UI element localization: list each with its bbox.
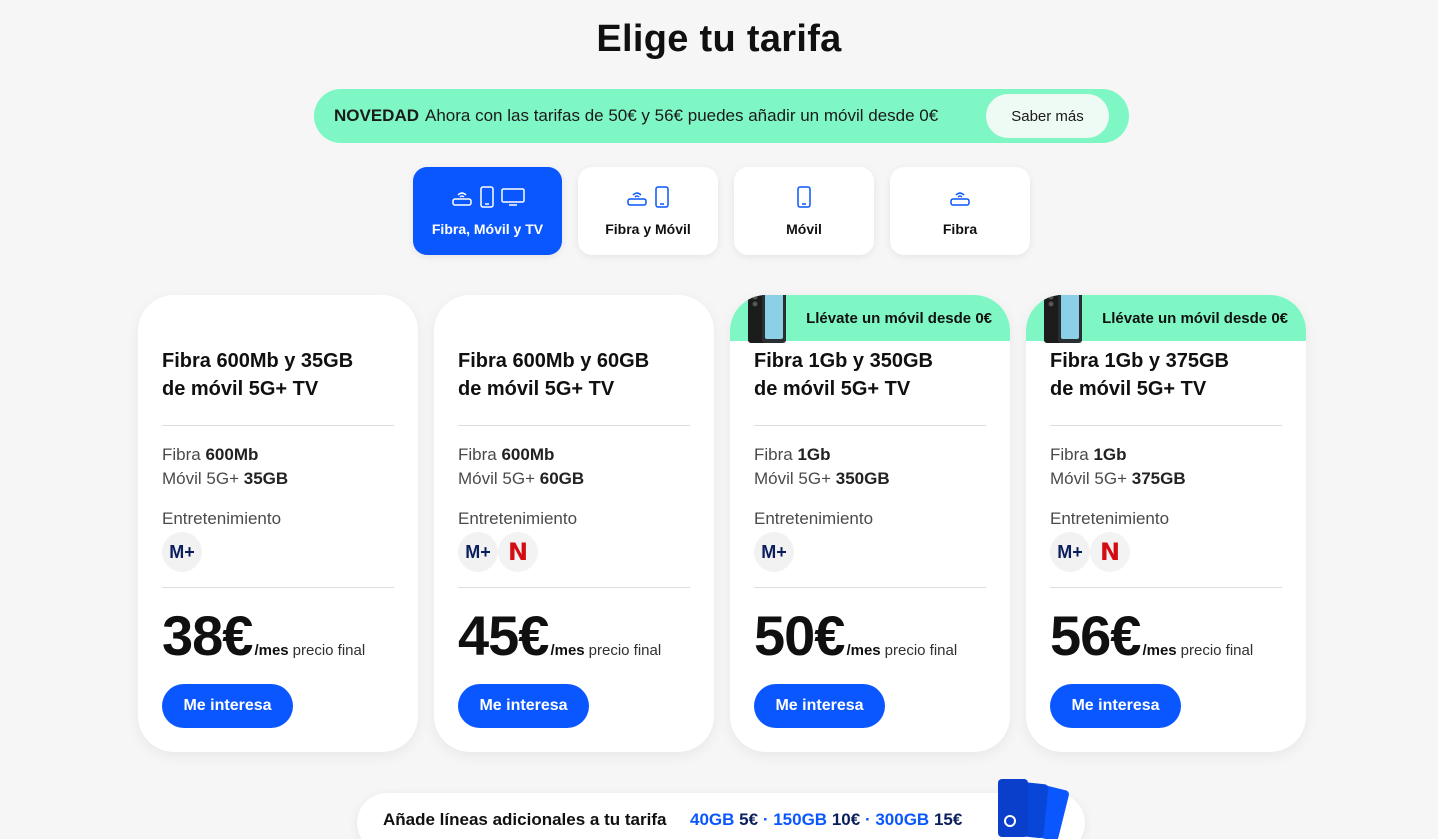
offer-price: 15€	[933, 810, 963, 829]
tv-icon	[500, 188, 525, 206]
plan-card: Fibra 600Mb y 60GB de móvil 5G+ TV Fibra…	[434, 295, 714, 752]
movistar-plus-icon: M+	[162, 532, 202, 572]
tab-label: Fibra	[942, 221, 978, 237]
smartphone-image-icon	[1044, 295, 1082, 343]
entertainment-logos: M+	[162, 532, 202, 572]
phone-icon	[797, 186, 811, 208]
offer-separator: ·	[762, 810, 769, 829]
router-icon	[627, 192, 647, 206]
price: 50€ /mes precio final	[754, 603, 957, 668]
price-note: precio final	[884, 642, 958, 659]
offer-gb: 40GB	[690, 810, 735, 829]
promo-badge: Llévate un móvil desde 0€	[1026, 295, 1306, 343]
offer-gb: 300GB	[875, 810, 930, 829]
movistar-plus-icon: M+	[458, 532, 498, 572]
offer-price: 10€	[831, 810, 861, 829]
badge-text: Llévate un móvil desde 0€	[806, 309, 992, 327]
price: 38€ /mes precio final	[162, 603, 365, 668]
price-period: /mes	[550, 642, 585, 659]
divider	[458, 587, 690, 588]
movistar-plus-icon: M+	[1050, 532, 1090, 572]
entertainment-label: Entretenimiento	[162, 509, 282, 528]
entertainment-logos: M+ N	[458, 532, 538, 572]
smartphone-image-icon	[748, 295, 786, 343]
divider	[1050, 425, 1282, 426]
tab-fibra-movil-tv[interactable]: Fibra, Móvil y TV	[413, 167, 562, 255]
movil-spec: Móvil 5G+ 350GB	[754, 469, 890, 488]
plan-title: Fibra 1Gb y 350GB de móvil 5G+ TV	[754, 350, 933, 400]
tab-fibra-movil[interactable]: Fibra y Móvil	[578, 167, 718, 255]
offer-separator: ·	[864, 810, 871, 829]
page-title: Elige tu tarifa	[596, 18, 842, 60]
saber-mas-button[interactable]: Saber más	[986, 94, 1109, 138]
phone-icon	[655, 186, 669, 208]
divider	[754, 587, 986, 588]
offer-price: 5€	[739, 810, 759, 829]
price-amount: 56€	[1050, 604, 1141, 667]
promo-text: Ahora con las tarifas de 50€ y 56€ puede…	[425, 106, 939, 125]
plan-title: Fibra 600Mb y 35GB de móvil 5G+ TV	[162, 350, 354, 400]
me-interesa-button[interactable]: Me interesa	[162, 684, 293, 728]
entertainment-label: Entretenimiento	[458, 509, 578, 528]
divider	[1050, 587, 1282, 588]
price-period: /mes	[1142, 642, 1177, 659]
price-period: /mes	[846, 642, 881, 659]
plan-title: Fibra 600Mb y 60GB de móvil 5G+ TV	[458, 350, 650, 400]
netflix-icon: N	[1090, 532, 1130, 572]
fibra-spec: Fibra 600Mb	[162, 445, 259, 464]
fibra-spec: Fibra 600Mb	[458, 445, 555, 464]
plan-card: Llévate un móvil desde 0€ Fibra 1Gb y 35…	[730, 295, 1010, 752]
price-note: precio final	[588, 642, 662, 659]
price-amount: 38€	[162, 604, 253, 667]
price: 56€ /mes precio final	[1050, 603, 1253, 668]
movil-spec: Móvil 5G+ 375GB	[1050, 469, 1186, 488]
tab-label: Móvil	[786, 221, 822, 237]
additional-lines-offers: 40GB 5€ · 150GB 10€ · 300GB 15€	[690, 810, 962, 830]
price-note: precio final	[292, 642, 366, 659]
divider	[458, 425, 690, 426]
router-icon	[451, 192, 472, 206]
tab-label: Fibra, Móvil y TV	[431, 221, 544, 237]
price-amount: 50€	[754, 604, 845, 667]
fibra-spec: Fibra 1Gb	[754, 445, 831, 464]
me-interesa-button[interactable]: Me interesa	[458, 684, 589, 728]
entertainment-logos: M+	[754, 532, 794, 572]
tab-fibra[interactable]: Fibra	[890, 167, 1030, 255]
divider	[754, 425, 986, 426]
plan-card: Fibra 600Mb y 35GB de móvil 5G+ TV Fibra…	[138, 295, 418, 752]
phone-icon	[479, 186, 494, 208]
plan-type-tabs: Fibra, Móvil y TV Fibra y Móvil Móvil Fi…	[413, 167, 1030, 255]
me-interesa-button[interactable]: Me interesa	[754, 684, 885, 728]
movistar-plus-icon: M+	[754, 532, 794, 572]
me-interesa-button[interactable]: Me interesa	[1050, 684, 1181, 728]
offer-gb: 150GB	[773, 810, 828, 829]
price-note: precio final	[1180, 642, 1254, 659]
router-icon	[950, 192, 970, 206]
movil-spec: Móvil 5G+ 35GB	[162, 469, 289, 488]
netflix-icon: N	[498, 532, 538, 572]
divider	[162, 425, 394, 426]
price: 45€ /mes precio final	[458, 603, 661, 668]
divider	[162, 587, 394, 588]
tab-label: Fibra y Móvil	[605, 221, 691, 237]
plan-card: Llévate un móvil desde 0€ Fibra 1Gb y 37…	[1026, 295, 1306, 752]
additional-lines-bar[interactable]: Añade líneas adicionales a tu tarifa 40G…	[357, 779, 1085, 839]
entertainment-label: Entretenimiento	[754, 509, 874, 528]
entertainment-label: Entretenimiento	[1050, 509, 1170, 528]
promo-highlight: NOVEDAD	[334, 106, 420, 125]
fibra-spec: Fibra 1Gb	[1050, 445, 1127, 464]
entertainment-logos: M+ N	[1050, 532, 1130, 572]
badge-text: Llévate un móvil desde 0€	[1102, 309, 1288, 327]
promo-banner: NOVEDAD Ahora con las tarifas de 50€ y 5…	[314, 89, 1129, 143]
plan-title: Fibra 1Gb y 375GB de móvil 5G+ TV	[1050, 350, 1229, 400]
additional-lines-label: Añade líneas adicionales a tu tarifa	[383, 810, 667, 829]
tab-movil[interactable]: Móvil	[734, 167, 874, 255]
price-period: /mes	[254, 642, 289, 659]
movil-spec: Móvil 5G+ 60GB	[458, 469, 585, 488]
sim-cards-image-icon	[998, 779, 1069, 839]
promo-badge: Llévate un móvil desde 0€	[730, 295, 1010, 343]
price-amount: 45€	[458, 604, 549, 667]
